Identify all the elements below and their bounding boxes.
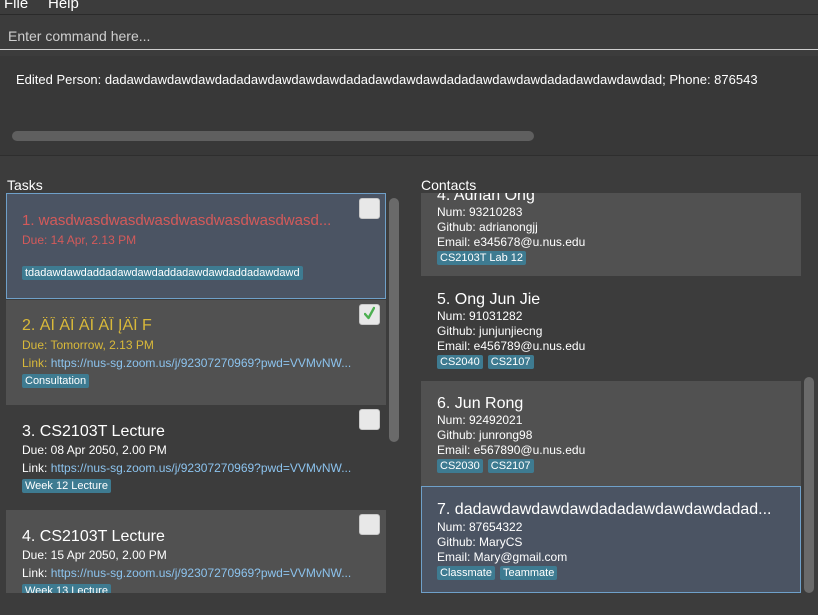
result-text: Edited Person: dadawdawdawdawdadadawdawd… — [16, 72, 758, 87]
task-list-scrollbar[interactable] — [389, 198, 399, 442]
task-link-label: Link: — [22, 461, 48, 475]
tag: Consultation — [22, 374, 90, 388]
contact-card[interactable]: 5. Ong Jun Jie Num: 91031282 Github: jun… — [421, 276, 801, 381]
contact-num: Num: 92492021 — [437, 413, 523, 427]
contact-card[interactable]: 7. dadawdawdawdawdadadawdawdawdadad... N… — [421, 486, 801, 593]
tag: CS2107 — [487, 459, 534, 473]
contact-num: Num: 87654322 — [437, 520, 523, 534]
task-card[interactable]: 3. CS2103T Lecture Due: 08 Apr 2050, 2.0… — [6, 405, 386, 510]
contact-card[interactable]: 4. Adrian Ong Num: 93210283 Github: adri… — [421, 193, 801, 276]
task-tags: Week 13 Lecture — [22, 584, 111, 593]
task-tags: tdadawdawdaddadawdawdaddadawdawdaddadawd… — [22, 266, 303, 280]
contact-list: 4. Adrian Ong Num: 93210283 Github: adri… — [421, 193, 801, 593]
task-card[interactable]: 1. wasdwasdwasdwasdwasdwasdwasdwasd... D… — [6, 193, 386, 299]
tasks-panel-title: Tasks — [7, 177, 43, 193]
task-tags: Consultation — [22, 374, 90, 388]
task-title: 4. CS2103T Lecture — [22, 528, 165, 545]
task-due: Due: 15 Apr 2050, 2.00 PM — [22, 548, 167, 562]
contact-card[interactable]: 6. Jun Rong Num: 92492021 Github: junron… — [421, 381, 801, 486]
contact-email: Email: Mary@gmail.com — [437, 550, 568, 564]
tag: CS2040 — [437, 355, 483, 369]
task-link: Link: https://nus-sg.zoom.us/j/923072709… — [22, 566, 352, 580]
check-icon — [364, 306, 375, 320]
command-box — [0, 21, 818, 50]
command-input[interactable] — [8, 27, 808, 45]
task-link-url[interactable]: https://nus-sg.zoom.us/j/92307270969?pwd… — [51, 356, 352, 370]
status-strip — [0, 596, 818, 615]
contact-github: Github: junjunjiecng — [437, 324, 543, 338]
contact-tags: Classmate Teammate — [437, 566, 558, 580]
contact-github: Github: adrianongjj — [437, 220, 538, 234]
tag: CS2103T Lab 12 — [437, 251, 526, 265]
task-due: Due: 14 Apr, 2.13 PM — [22, 233, 137, 247]
task-card[interactable]: 4. CS2103T Lecture Due: 15 Apr 2050, 2.0… — [6, 510, 386, 593]
contact-name: 5. Ong Jun Jie — [437, 291, 541, 308]
task-due: Due: 08 Apr 2050, 2.00 PM — [22, 443, 167, 457]
task-done-checkbox[interactable] — [359, 409, 380, 430]
task-link-label: Link: — [22, 356, 48, 370]
contact-github: Github: junrong98 — [437, 428, 533, 442]
contact-email: Email: e456789@u.nus.edu — [437, 339, 586, 353]
contact-github: Github: MaryCS — [437, 535, 523, 549]
task-title: 3. CS2103T Lecture — [22, 423, 165, 440]
contact-name: 7. dadawdawdawdawdadadawdawdawdadad... — [437, 501, 772, 518]
contact-email: Email: e345678@u.nus.edu — [437, 235, 586, 249]
task-done-checkbox[interactable] — [359, 304, 380, 325]
menu-file[interactable]: File — [4, 0, 28, 12]
contacts-panel-title: Contacts — [421, 177, 477, 193]
tag: tdadawdawdaddadawdawdaddadawdawdaddadawd… — [22, 266, 303, 280]
task-done-checkbox[interactable] — [359, 514, 380, 535]
menu-help[interactable]: Help — [48, 0, 79, 12]
contact-tags: CS2103T Lab 12 — [437, 251, 526, 265]
tag: Week 13 Lecture — [22, 584, 111, 593]
tag: Classmate — [437, 566, 495, 580]
contact-num: Num: 91031282 — [437, 309, 523, 323]
menu-bar: File Help — [0, 0, 818, 15]
task-due: Due: Tomorrow, 2.13 PM — [22, 338, 154, 352]
tag: Week 12 Lecture — [22, 479, 111, 493]
result-horizontal-scrollbar[interactable] — [12, 131, 534, 141]
tag: CS2030 — [437, 459, 483, 473]
contact-email: Email: e567890@u.nus.edu — [437, 443, 586, 457]
task-tags: Week 12 Lecture — [22, 479, 111, 493]
task-done-checkbox[interactable] — [359, 198, 380, 219]
contact-tags: CS2030 CS2107 — [437, 459, 534, 473]
task-title: 1. wasdwasdwasdwasdwasdwasdwasdwasd... — [22, 212, 332, 229]
contact-tags: CS2040 CS2107 — [437, 355, 534, 369]
task-link: Link: https://nus-sg.zoom.us/j/923072709… — [22, 461, 352, 475]
task-link-url[interactable]: https://nus-sg.zoom.us/j/92307270969?pwd… — [51, 566, 352, 580]
task-card[interactable]: 2. ÄÎ ÄÎ ÄÎ ÄÎ ĮÄÎ F Due: Tomorrow, 2.13… — [6, 300, 386, 405]
tag: CS2107 — [487, 355, 534, 369]
contact-name: 6. Jun Rong — [437, 395, 524, 412]
task-link: Link: https://nus-sg.zoom.us/j/923072709… — [22, 356, 352, 370]
tag: Teammate — [499, 566, 558, 580]
task-link-label: Link: — [22, 566, 48, 580]
contact-name: 4. Adrian Ong — [437, 193, 535, 204]
task-title: 2. ÄÎ ÄÎ ÄÎ ÄÎ ĮÄÎ F — [22, 317, 152, 334]
contact-num: Num: 93210283 — [437, 205, 523, 219]
task-list: 1. wasdwasdwasdwasdwasdwasdwasdwasd... D… — [6, 193, 386, 593]
result-display: Edited Person: dadawdawdawdawdadadawdawd… — [0, 56, 818, 156]
task-link-url[interactable]: https://nus-sg.zoom.us/j/92307270969?pwd… — [51, 461, 352, 475]
contact-list-scrollbar[interactable] — [804, 377, 814, 593]
